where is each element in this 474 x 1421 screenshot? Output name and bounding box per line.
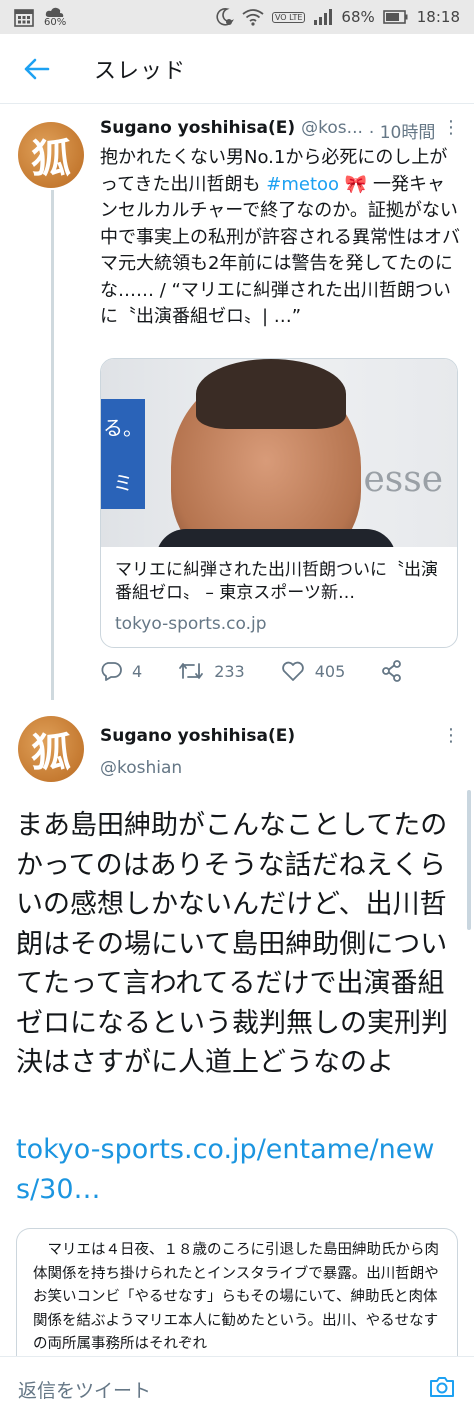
tweet-link[interactable]: tokyo-sports.co.jp/entame/news/30… [16,1130,456,1209]
retweet-button[interactable]: 233 [178,660,245,682]
camera-icon [430,1377,454,1397]
ribbon-emoji-icon: 🎀 [344,173,368,195]
avatar-glyph: 狐 [31,729,71,776]
camera-button[interactable] [428,1375,456,1403]
retweet-count: 233 [214,661,245,681]
like-count: 405 [314,661,346,681]
timestamp[interactable]: · 10時間 [369,118,435,143]
reply-count: 4 [132,661,143,681]
backdrop-text: esse [363,459,443,500]
tweet-text-part-2: 一発キャンセルカルチャーで終了なのか。証拠がない中で事実上の私刑が許容される異常… [100,173,460,328]
tweet-header: Sugano yoshihisa(E) @kos... · 10時間 [100,118,440,143]
tweet-actions: 4 233 405 [100,660,430,682]
back-button[interactable] [0,34,74,104]
tweet-text: 抱かれたくない男No.1から必死にのし上がってきた出川哲朗も #metoo 🎀 … [100,145,460,331]
weather-icon: 60% [44,6,66,28]
tweet-text: まあ島田紳助がこんなことしてたのかってのはありそうな話だねえくらいの感想しかない… [16,810,448,1078]
hashtag-link[interactable]: #metoo [266,174,339,195]
clock: 18:18 [416,8,460,26]
link-card[interactable]: る。 ミ esse マリエに糾弾された出川哲朗ついに〝出演番組ゼロ〟 – 東京ス… [100,358,458,648]
share-icon [382,660,402,682]
handle[interactable]: @kos... [301,118,363,143]
quote-text: マリエは４日夜、１８歳のころに引退した島田紳助氏から肉体関係を持ち掛けられたとイ… [33,1242,439,1352]
more-options-icon[interactable]: ⋮ [442,727,460,745]
reply-composer-bar: 返信をツイート [0,1356,474,1421]
dnd-moon-icon [214,7,234,27]
card-image: る。 ミ esse [101,359,457,547]
scrollbar[interactable] [467,790,471,930]
more-options-icon[interactable]: ⋮ [442,119,460,137]
reply-button[interactable]: 4 [100,660,142,682]
avatar[interactable]: 狐 [18,122,84,188]
display-name[interactable]: Sugano yoshihisa(E) [100,118,295,143]
page-title: スレッド [94,58,187,84]
avatar-glyph: 狐 [31,135,71,182]
handle[interactable]: @koshian [100,758,182,778]
retweet-icon [179,663,204,679]
battery-percent: 68% [341,8,375,26]
status-bar: 60% VO LTE 68% 18:18 [0,0,474,34]
sign-text-2: ミ [113,471,133,495]
display-name[interactable]: Sugano yoshihisa(E) [100,726,295,746]
network-label: 60% [44,17,67,28]
reply-input[interactable]: 返信をツイート [18,1376,151,1403]
card-title: マリエに糾弾された出川哲朗ついに〝出演番組ゼロ〟 – 東京スポーツ新… [115,560,438,603]
arrow-left-icon [24,58,50,79]
like-button[interactable]: 405 [281,660,346,682]
person-suit [156,529,396,547]
battery-icon [382,9,409,25]
sign-text-1: る。 [103,416,143,440]
person-hair [196,359,346,429]
lte-icon: VO LTE [271,11,306,23]
quote-image-card[interactable]: マリエは４日夜、１８歳のころに引退した島田紳助氏から肉体関係を持ち掛けられたとイ… [16,1228,458,1358]
header-bar: スレッド [0,34,474,104]
reply-icon [101,662,122,681]
share-button[interactable] [381,660,403,682]
heart-icon [281,661,304,681]
lte-label: VO LTE [274,12,303,22]
wifi-icon [242,8,264,26]
signal-icon [313,8,333,26]
thread-connector-line [51,190,54,700]
card-image-sign: る。 ミ [101,399,145,509]
avatar[interactable]: 狐 [18,716,84,782]
calendar-icon [14,7,34,27]
card-domain: tokyo-sports.co.jp [115,614,267,634]
